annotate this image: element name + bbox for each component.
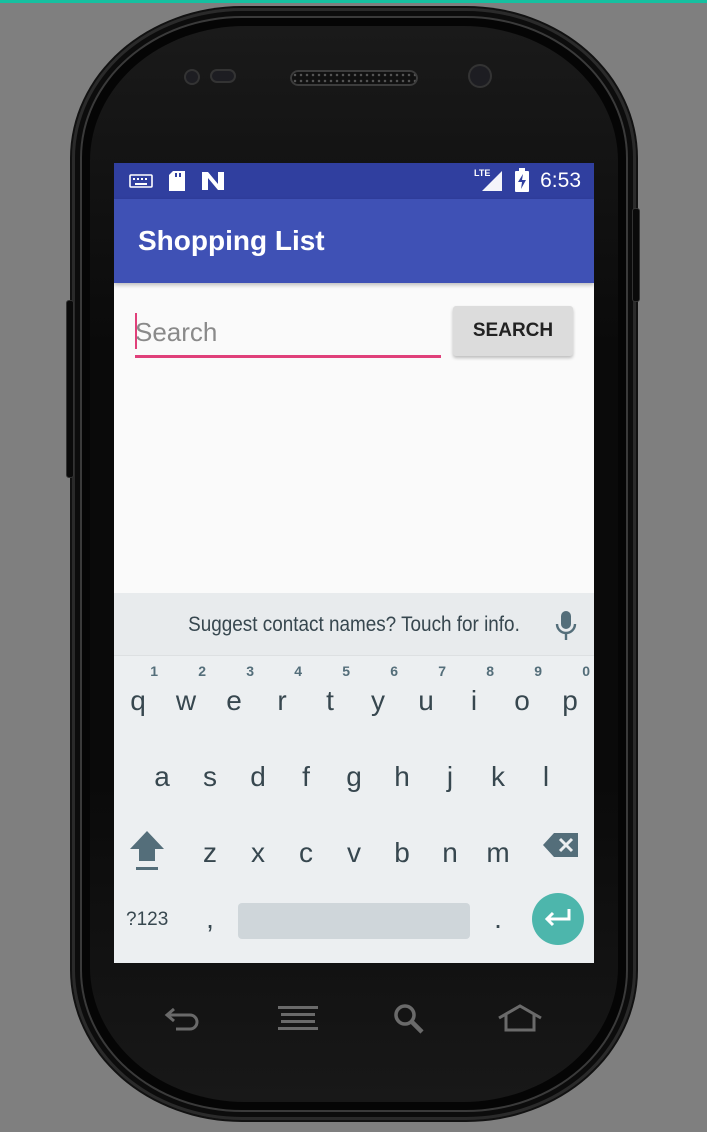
key-u[interactable]: 7u <box>402 663 450 731</box>
front-sensor-2 <box>210 69 236 83</box>
screen: LTE 6:53 Shopping List SEARCH Suggest co… <box>114 163 594 963</box>
key-l[interactable]: l <box>522 747 570 807</box>
key-c[interactable]: c <box>282 823 330 883</box>
key-h[interactable]: h <box>378 747 426 807</box>
text-cursor <box>135 313 137 349</box>
key-y[interactable]: 6y <box>354 663 402 731</box>
sd-card-icon <box>167 170 187 197</box>
menu-icon[interactable] <box>278 1006 318 1035</box>
key-b[interactable]: b <box>378 823 426 883</box>
volume-button <box>66 300 74 478</box>
key-r[interactable]: 4r <box>258 663 306 731</box>
key-z[interactable]: z <box>186 823 234 883</box>
period-key[interactable]: . <box>474 889 522 949</box>
key-n[interactable]: n <box>426 823 474 883</box>
search-button[interactable]: SEARCH <box>453 306 573 356</box>
key-e[interactable]: 3e <box>210 663 258 731</box>
home-icon[interactable] <box>497 1004 543 1037</box>
key-q[interactable]: 1q <box>114 663 162 731</box>
n-logo-icon <box>200 170 226 197</box>
key-a[interactable]: a <box>138 747 186 807</box>
front-camera <box>468 64 492 88</box>
key-s[interactable]: s <box>186 747 234 807</box>
key-x[interactable]: x <box>234 823 282 883</box>
soft-keyboard: Suggest contact names? Touch for info. 1… <box>114 593 594 963</box>
enter-icon <box>543 906 573 937</box>
key-d[interactable]: d <box>234 747 282 807</box>
key-j[interactable]: j <box>426 747 474 807</box>
key-m[interactable]: m <box>474 823 522 883</box>
front-sensor <box>184 69 200 85</box>
top-accent-line <box>0 0 707 3</box>
symbols-key[interactable]: ?123 <box>126 909 168 931</box>
status-time: 6:53 <box>540 169 581 192</box>
search-icon[interactable] <box>392 1003 426 1040</box>
suggestion-strip[interactable]: Suggest contact names? Touch for info. <box>114 593 594 656</box>
backspace-icon <box>542 831 580 866</box>
key-w[interactable]: 2w <box>162 663 210 731</box>
backspace-key[interactable] <box>536 823 586 883</box>
status-bar: LTE 6:53 <box>114 163 594 199</box>
app-title: Shopping List <box>138 225 325 256</box>
keyboard-icon <box>129 173 153 194</box>
enter-key[interactable] <box>532 893 584 945</box>
suggestion-text[interactable]: Suggest contact names? Touch for info. <box>138 613 570 637</box>
key-f[interactable]: f <box>282 747 330 807</box>
key-t[interactable]: 5t <box>306 663 354 731</box>
key-p[interactable]: 0p <box>546 663 594 731</box>
shift-key[interactable] <box>124 823 170 883</box>
key-k[interactable]: k <box>474 747 522 807</box>
search-input[interactable] <box>135 309 441 358</box>
key-v[interactable]: v <box>330 823 378 883</box>
space-key[interactable] <box>238 903 470 939</box>
microphone-icon[interactable] <box>552 609 580 643</box>
shift-icon <box>128 829 166 880</box>
battery-charging-icon <box>515 168 529 197</box>
earpiece-speaker <box>290 70 418 86</box>
back-icon[interactable] <box>164 1003 204 1038</box>
power-button <box>632 208 640 302</box>
lte-label: LTE <box>474 168 491 178</box>
comma-key[interactable]: , <box>186 889 234 949</box>
key-g[interactable]: g <box>330 747 378 807</box>
app-bar: Shopping List <box>114 199 594 283</box>
key-i[interactable]: 8i <box>450 663 498 731</box>
key-o[interactable]: 9o <box>498 663 546 731</box>
